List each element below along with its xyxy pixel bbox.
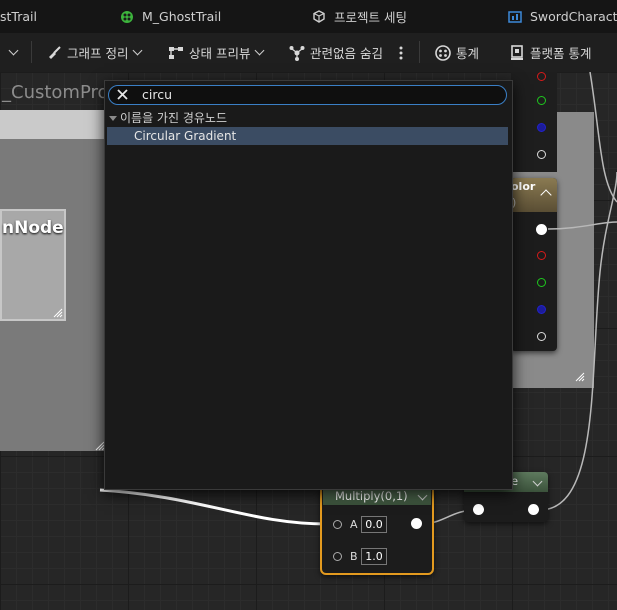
multiply-b-label: B xyxy=(350,550,358,563)
multiply-output-pin[interactable] xyxy=(411,518,422,529)
right-node-input-pin[interactable] xyxy=(473,504,484,515)
state-preview-label: 상태 프리뷰 xyxy=(189,46,251,61)
stats-label: 통계 xyxy=(456,46,480,61)
toolbar-divider xyxy=(419,41,420,63)
vertical-ellipsis-icon xyxy=(399,46,403,59)
toolbar-divider xyxy=(31,41,32,63)
right-node-output-pin[interactable] xyxy=(528,504,539,515)
tab-label: 프로젝트 세팅 xyxy=(334,10,407,25)
tab-ghosttrail[interactable]: stTrail xyxy=(0,0,37,33)
platform-stats-icon xyxy=(511,44,523,60)
broom-icon xyxy=(49,45,61,59)
hide-unrelated-label: 관련없음 숨김 xyxy=(310,46,383,61)
caret-down-icon[interactable] xyxy=(108,113,118,123)
tab-swordcharacter[interactable]: SwordCharacte xyxy=(508,0,617,33)
state-preview-button[interactable]: 상태 프리뷰 xyxy=(168,33,265,72)
wire-top-right[interactable] xyxy=(589,72,617,203)
pin-a-input[interactable] xyxy=(333,520,342,529)
chevron-down-icon xyxy=(133,45,143,56)
chevron-down-icon xyxy=(255,45,265,56)
category-header[interactable]: 이름을 가진 경유노드 xyxy=(108,109,227,126)
graph-toolbar: 그래프 정리 상태 프리뷰 관련없음 숨김 통계 플랫폼 통계 xyxy=(0,33,617,73)
toolbar-overflow-button[interactable] xyxy=(4,33,19,72)
tab-label: M_GhostTrail xyxy=(142,9,222,24)
settings-cubes-icon xyxy=(313,9,325,23)
multiply-a-label: A xyxy=(350,518,358,531)
multiply-node-title: Multiply(0,1) xyxy=(335,489,408,503)
node-search-field[interactable]: circu xyxy=(108,85,507,105)
tab-label: SwordCharacte xyxy=(530,9,617,24)
category-label: 이름을 가진 경유노드 xyxy=(120,111,227,125)
multiply-b-value[interactable]: 1.0 xyxy=(361,548,387,565)
search-input-value[interactable]: circu xyxy=(142,87,172,102)
document-tab-bar: stTrail M_GhostTrail 프로젝트 세팅 SwordCharac… xyxy=(0,0,617,33)
more-options-button[interactable] xyxy=(399,33,403,72)
hide-unrelated-button[interactable]: 관련없음 숨김 xyxy=(289,33,383,72)
platform-stats-label: 플랫폼 통계 xyxy=(530,46,592,61)
tab-label: stTrail xyxy=(0,9,37,24)
graph-cleanup-label: 그래프 정리 xyxy=(67,46,129,61)
tab-project-settings[interactable]: 프로젝트 세팅 xyxy=(312,0,407,33)
stats-icon xyxy=(435,44,451,61)
multiply-a-value[interactable]: 0.0 xyxy=(361,516,387,533)
blueprint-icon xyxy=(508,10,522,23)
hide-nodes-icon xyxy=(289,45,305,61)
node-search-popup: circu 이름을 가진 경유노드 Circular Gradient xyxy=(104,80,513,490)
clear-search-icon[interactable] xyxy=(116,88,129,101)
tab-m-ghosttrail[interactable]: M_GhostTrail xyxy=(120,0,221,33)
wire-to-multiply-a[interactable] xyxy=(99,488,328,526)
platform-stats-button[interactable]: 플랫폼 통계 xyxy=(509,33,591,72)
result-label: Circular Gradient xyxy=(134,129,237,143)
chevron-down-icon xyxy=(8,45,19,56)
graph-cleanup-button[interactable]: 그래프 정리 xyxy=(46,33,143,72)
stats-button[interactable]: 통계 xyxy=(435,33,479,72)
pin-b-input[interactable] xyxy=(333,552,342,561)
search-result-item[interactable]: Circular Gradient xyxy=(107,127,508,145)
material-sphere-icon xyxy=(121,10,133,23)
node-graph-icon xyxy=(169,46,183,59)
